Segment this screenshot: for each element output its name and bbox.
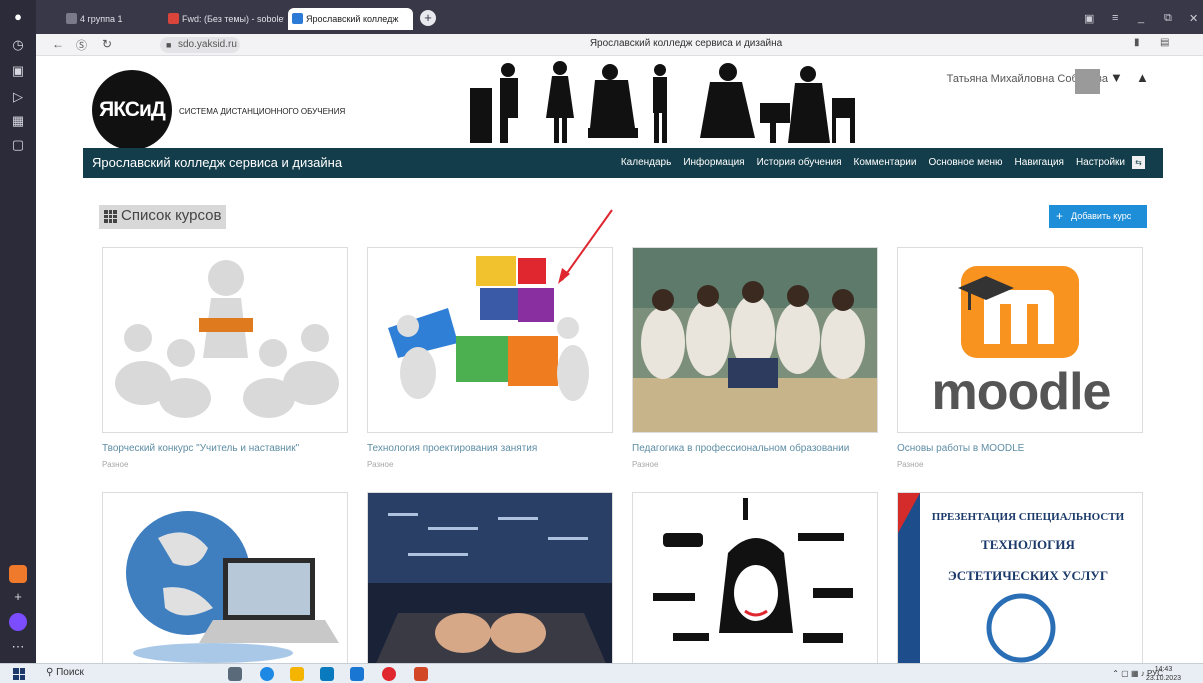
presentation-line-1: ПРЕЗЕНТАЦИЯ СПЕЦИАЛЬНОСТИ	[931, 511, 1125, 523]
notifications-icon[interactable]: ▲	[1136, 70, 1149, 85]
edge-icon[interactable]	[260, 667, 274, 681]
course-title[interactable]: Основы работы в MOODLE	[897, 443, 1143, 454]
site-logo[interactable]: ЯКСиД	[92, 70, 172, 150]
tab-group[interactable]: 4 группа 1	[62, 8, 154, 30]
course-card[interactable]: Педагогика в профессиональном образовани…	[632, 247, 878, 469]
lock-icon: ■	[166, 40, 172, 50]
course-image[interactable]: ПРЕЗЕНТАЦИЯ СПЕЦИАЛЬНОСТИ ТЕХНОЛОГИЯ ЭСТ…	[897, 492, 1143, 667]
course-list-heading: Список курсов	[99, 205, 227, 229]
minimize-icon[interactable]: _	[1138, 12, 1144, 24]
yandex-browser-icon[interactable]	[382, 667, 396, 681]
course-image[interactable]	[102, 492, 348, 667]
menu-icon[interactable]: ≡	[1112, 12, 1118, 24]
windows-start-icon[interactable]	[13, 668, 25, 680]
main-menu: Календарь Информация История обучения Ко…	[621, 157, 1125, 168]
menu-item-comments[interactable]: Комментарии	[854, 157, 917, 168]
address-bar: ← Ⓢ ↻ ■ sdo.yaksid.ru Ярославский коллед…	[36, 34, 1203, 56]
tab-mail[interactable]: Fwd: (Без темы) - sobolev	[164, 8, 284, 30]
menu-item-settings[interactable]: Настройки	[1076, 157, 1125, 168]
header-silhouettes-image	[470, 61, 855, 143]
more-icon[interactable]: ⋯	[9, 638, 27, 656]
grid-icon	[104, 210, 117, 223]
back-icon[interactable]: ←	[52, 37, 64, 51]
course-title[interactable]: Технология проектирования занятия	[367, 443, 613, 454]
menu-item-history[interactable]: История обучения	[757, 157, 842, 168]
course-card[interactable]: moodle Основы работы в MOODLE Разное	[897, 247, 1143, 469]
menu-item-navigation[interactable]: Навигация	[1015, 157, 1064, 168]
windows-taskbar: ⚲ Поиск ⌃ ▢ ▦ ♪ РУС 14:43 23.10.2023	[0, 663, 1203, 683]
reader-icon[interactable]: ▤	[1160, 37, 1169, 48]
site-navbar: Ярославский колледж сервиса и дизайна Ка…	[83, 148, 1163, 178]
media-icon[interactable]: ▷	[9, 88, 27, 106]
history-icon[interactable]: ◷	[9, 36, 27, 54]
powerpoint-icon[interactable]	[414, 667, 428, 681]
task-view-icon[interactable]	[228, 667, 242, 681]
course-title[interactable]: Творческий конкурс "Учитель и наставник"	[102, 443, 348, 454]
course-category: Разное	[102, 460, 129, 469]
menu-item-calendar[interactable]: Календарь	[621, 157, 671, 168]
reload-icon[interactable]: ↻	[102, 37, 112, 51]
user-avatar[interactable]	[1075, 69, 1100, 94]
tab-list-icon[interactable]: ▣	[1084, 12, 1094, 25]
mail-icon	[168, 13, 179, 24]
presentation-line-2: ТЕХНОЛОГИЯ	[981, 537, 1075, 552]
restore-icon[interactable]: ⧉	[1164, 12, 1172, 25]
store-icon[interactable]	[320, 667, 334, 681]
course-card[interactable]: Творческий конкурс "Учитель и наставник"…	[102, 247, 348, 469]
bookmark-icon[interactable]: ▮	[1134, 37, 1140, 48]
accessibility-icon[interactable]: ⇆	[1132, 156, 1145, 169]
mail-app-icon[interactable]	[9, 565, 27, 583]
url-field[interactable]: ■ sdo.yaksid.ru	[160, 37, 240, 53]
add-app-icon[interactable]: +	[9, 588, 27, 606]
course-card[interactable]: ПРЕЗЕНТАЦИЯ СПЕЦИАЛЬНОСТИ ТЕХНОЛОГИЯ ЭСТ…	[897, 492, 1143, 667]
screenshot-icon[interactable]: ▢	[9, 136, 27, 154]
course-card[interactable]	[367, 492, 613, 667]
tab-college[interactable]: Ярославский колледж	[288, 8, 413, 30]
add-icon: +	[1056, 209, 1064, 223]
course-image[interactable]	[632, 492, 878, 667]
mail-taskbar-icon[interactable]	[350, 667, 364, 681]
tab-strip: 4 группа 1 Fwd: (Без темы) - sobolev Яро…	[36, 0, 1203, 34]
menu-item-info[interactable]: Информация	[683, 157, 744, 168]
messages-icon[interactable]: ▼	[1110, 70, 1123, 85]
site-favicon	[292, 13, 303, 24]
site-brand[interactable]: Ярославский колледж сервиса и дизайна	[92, 155, 342, 170]
collections-icon[interactable]: ▣	[9, 62, 27, 80]
taskbar-search[interactable]: ⚲ Поиск	[46, 667, 84, 678]
course-title[interactable]: Педагогика в профессиональном образовани…	[632, 443, 878, 454]
browser-sidebar: ● ◷ ▣ ▷ ▦ ▢ + ⋯	[0, 0, 36, 663]
close-icon[interactable]: ✕	[1189, 12, 1198, 25]
presentation-line-3: ЭСТЕТИЧЕСКИХ УСЛУГ	[947, 568, 1109, 583]
course-image[interactable]	[367, 492, 613, 667]
course-category: Разное	[632, 460, 659, 469]
logo-subtitle: СИСТЕМА ДИСТАНЦИОННОГО ОБУЧЕНИЯ	[179, 107, 346, 116]
taskbar-clock[interactable]: 14:43 23.10.2023	[1146, 665, 1181, 683]
course-card[interactable]	[102, 492, 348, 667]
profile-icon[interactable]: ●	[9, 8, 27, 26]
new-tab-button[interactable]: +	[420, 10, 436, 26]
course-card[interactable]	[632, 492, 878, 667]
add-course-button[interactable]: + Добавить курс	[1049, 205, 1147, 228]
menu-item-main[interactable]: Основное меню	[928, 157, 1002, 168]
course-category: Разное	[897, 460, 924, 469]
alice-icon[interactable]	[9, 613, 27, 631]
course-image[interactable]	[632, 247, 878, 433]
annotation-arrow	[558, 209, 613, 284]
course-category: Разное	[367, 460, 394, 469]
yandex-icon[interactable]: Ⓢ	[76, 37, 87, 53]
explorer-icon[interactable]	[290, 667, 304, 681]
moodle-logo-text: moodle	[931, 363, 1112, 421]
page-title: Ярославский колледж сервиса и дизайна	[589, 38, 783, 49]
group-icon	[66, 13, 77, 24]
course-image[interactable]: moodle	[897, 247, 1143, 433]
translate-icon[interactable]: ▦	[9, 112, 27, 130]
course-image[interactable]	[102, 247, 348, 433]
